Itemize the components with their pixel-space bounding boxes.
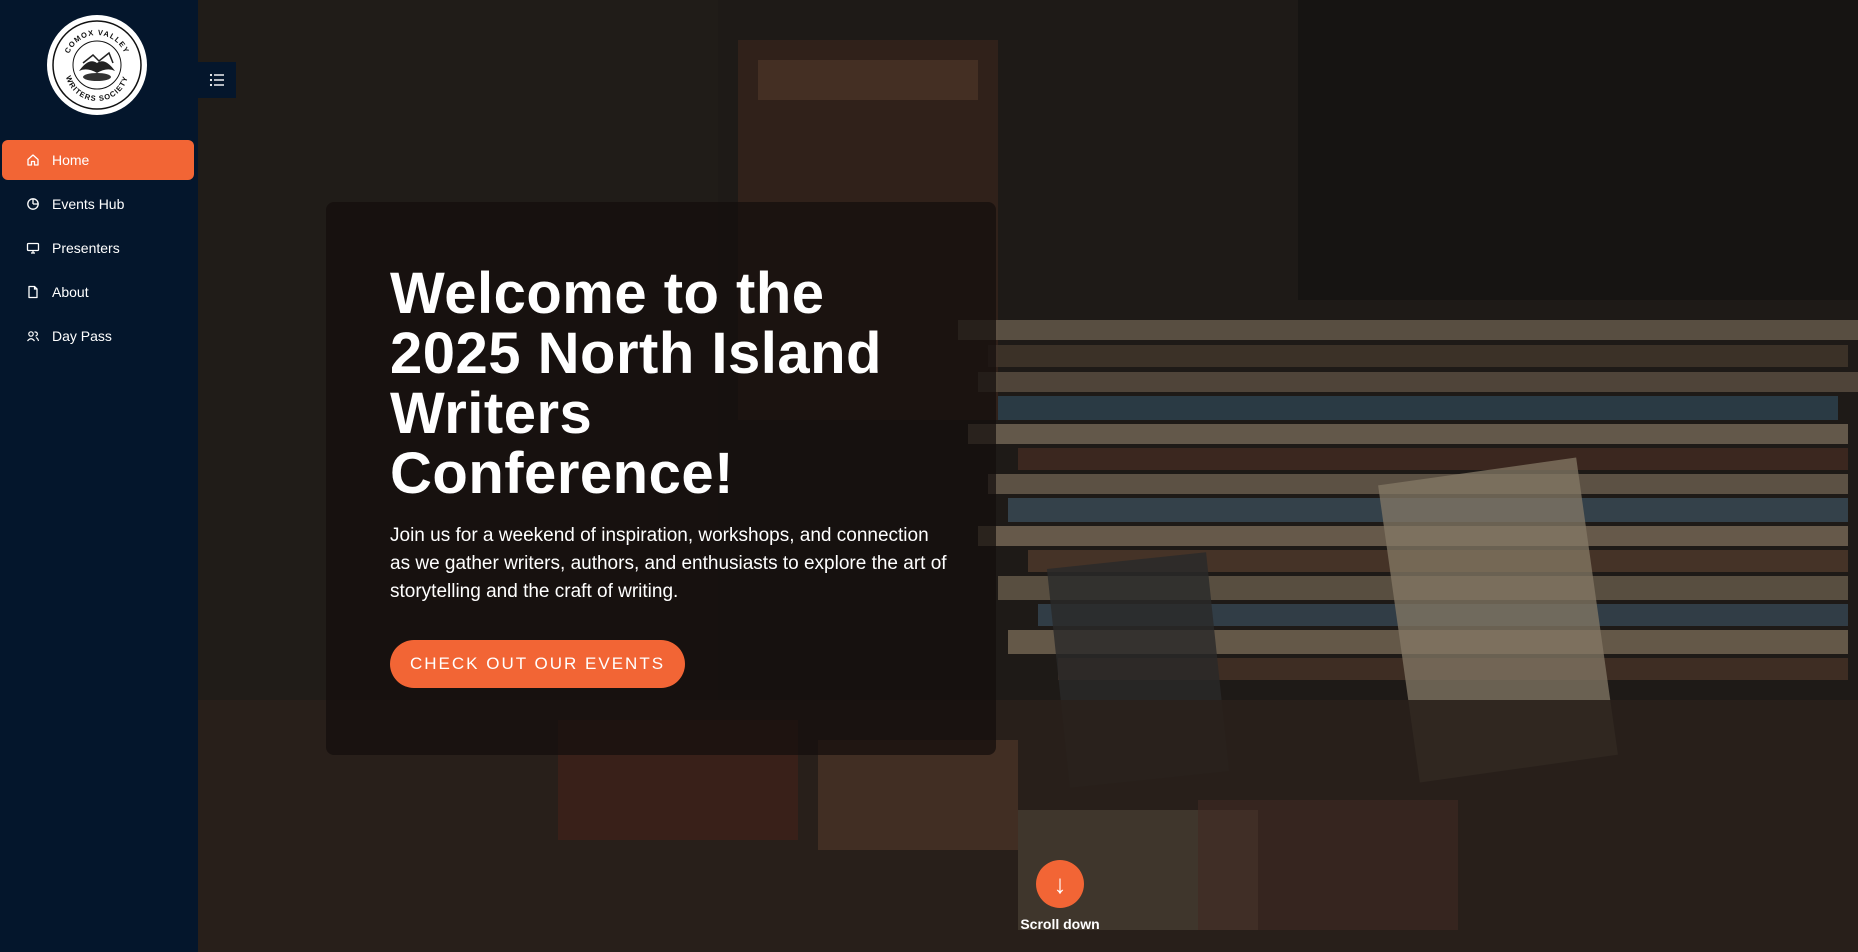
sidebar-item-day-pass[interactable]: Day Pass bbox=[2, 316, 194, 356]
check-out-events-button[interactable]: CHECK OUT OUR EVENTS bbox=[390, 640, 686, 688]
sidebar-item-presenters[interactable]: Presenters bbox=[2, 228, 194, 268]
logo-emblem-icon: COMOX VALLEY WRITERS SOCIETY bbox=[52, 20, 142, 110]
sidebar-item-label: Day Pass bbox=[52, 328, 112, 344]
site-logo[interactable]: COMOX VALLEY WRITERS SOCIETY bbox=[47, 15, 147, 115]
sidebar-toggle-button[interactable] bbox=[198, 62, 236, 98]
sidebar-nav: Home Events Hub Presenters About Day Pas… bbox=[2, 140, 194, 360]
arrow-down-icon: ↓ bbox=[1053, 868, 1067, 899]
sidebar-item-label: About bbox=[52, 284, 89, 300]
sidebar-item-about[interactable]: About bbox=[2, 272, 194, 312]
sidebar: COMOX VALLEY WRITERS SOCIETY Home Events… bbox=[0, 0, 198, 952]
sidebar-item-label: Events Hub bbox=[52, 196, 125, 212]
monitor-icon bbox=[26, 241, 40, 255]
hero-section: Welcome to the 2025 North Island Writers… bbox=[198, 0, 1858, 952]
pie-chart-icon bbox=[26, 197, 40, 211]
home-icon bbox=[26, 153, 40, 167]
sidebar-item-label: Home bbox=[52, 152, 90, 168]
users-icon bbox=[26, 329, 40, 343]
scroll-down: ↓ Scroll down bbox=[1010, 860, 1110, 932]
scroll-down-label: Scroll down bbox=[1020, 916, 1100, 932]
hero-description: Join us for a weekend of inspiration, wo… bbox=[390, 525, 947, 602]
scroll-down-button[interactable]: ↓ bbox=[1036, 860, 1084, 908]
app-root: COMOX VALLEY WRITERS SOCIETY Home Events… bbox=[0, 0, 1858, 952]
list-icon bbox=[209, 73, 224, 87]
hero-card: Welcome to the 2025 North Island Writers… bbox=[326, 202, 996, 755]
sidebar-item-home[interactable]: Home bbox=[2, 140, 194, 180]
document-icon bbox=[26, 285, 40, 299]
sidebar-item-events-hub[interactable]: Events Hub bbox=[2, 184, 194, 224]
hero-title: Welcome to the 2025 North Island Writers… bbox=[390, 261, 882, 506]
sidebar-item-label: Presenters bbox=[52, 240, 120, 256]
